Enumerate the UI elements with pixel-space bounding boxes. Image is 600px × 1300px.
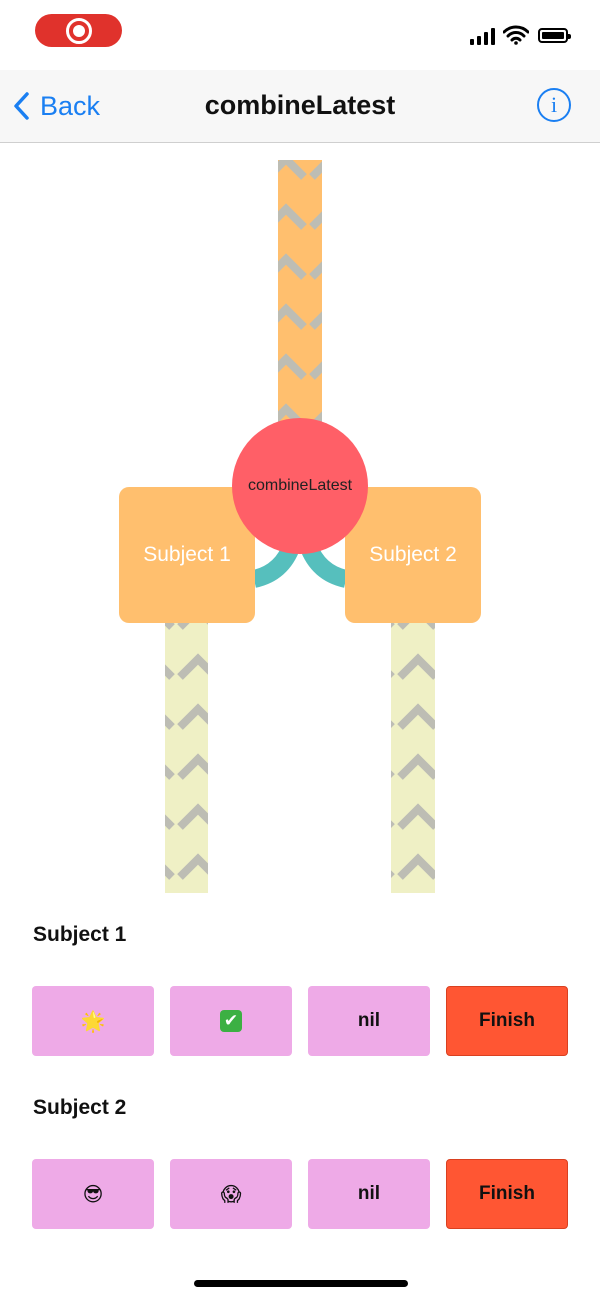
battery-icon [538,28,571,43]
nil-label: nil [357,1183,381,1204]
finish-label: Finish [479,1010,535,1031]
operator-label: combineLatest [247,477,353,494]
subject-2-button-row: 😎 😱 nil Finish [32,1159,568,1229]
check-mark-icon: ✔ [220,1010,242,1032]
screen-recording-indicator[interactable] [35,14,122,47]
nil-label: nil [357,1010,381,1031]
finish-label: Finish [479,1183,535,1204]
record-dot-icon [73,25,85,37]
subject-1-stream [165,621,208,893]
subject-2-finish-button[interactable]: Finish [446,1159,568,1229]
navigation-bar: Back combineLatest i [0,70,600,143]
sunglasses-face-icon: 😎 [82,1183,104,1206]
subject-2-box: Subject 2 [345,487,481,623]
subject-1-nil-button[interactable]: nil [308,986,430,1056]
subject-1-box-label: Subject 1 [143,543,231,566]
page-title: combineLatest [204,90,396,120]
subject-2-nil-button[interactable]: nil [308,1159,430,1229]
home-indicator[interactable] [194,1280,408,1287]
subject-1-finish-button[interactable]: Finish [446,986,568,1056]
subject-1-star-button[interactable]: 🌟 [32,986,154,1056]
screaming-face-icon: 😱 [220,1183,242,1206]
subject-1-button-row: 🌟 ✔ nil Finish [32,986,568,1056]
glowing-star-icon: 🌟 [80,1010,106,1033]
subject-2-box-label: Subject 2 [369,543,457,566]
cellular-signal-icon [470,28,496,45]
status-bar [0,0,600,70]
output-stream [278,160,322,430]
subject-2-heading: Subject 2 [33,1096,127,1119]
info-icon[interactable]: i [537,88,571,122]
subject-1-heading: Subject 1 [33,923,127,946]
operator-node: combineLatest [232,418,368,554]
operator-diagram: Subject 1 Subject 2 combineLatest [0,143,600,903]
subject-1-check-button[interactable]: ✔ [170,986,292,1056]
subject-2-scream-button[interactable]: 😱 [170,1159,292,1229]
wifi-icon [503,25,529,45]
subject-2-sunglasses-button[interactable]: 😎 [32,1159,154,1229]
subject-2-stream [391,621,435,893]
